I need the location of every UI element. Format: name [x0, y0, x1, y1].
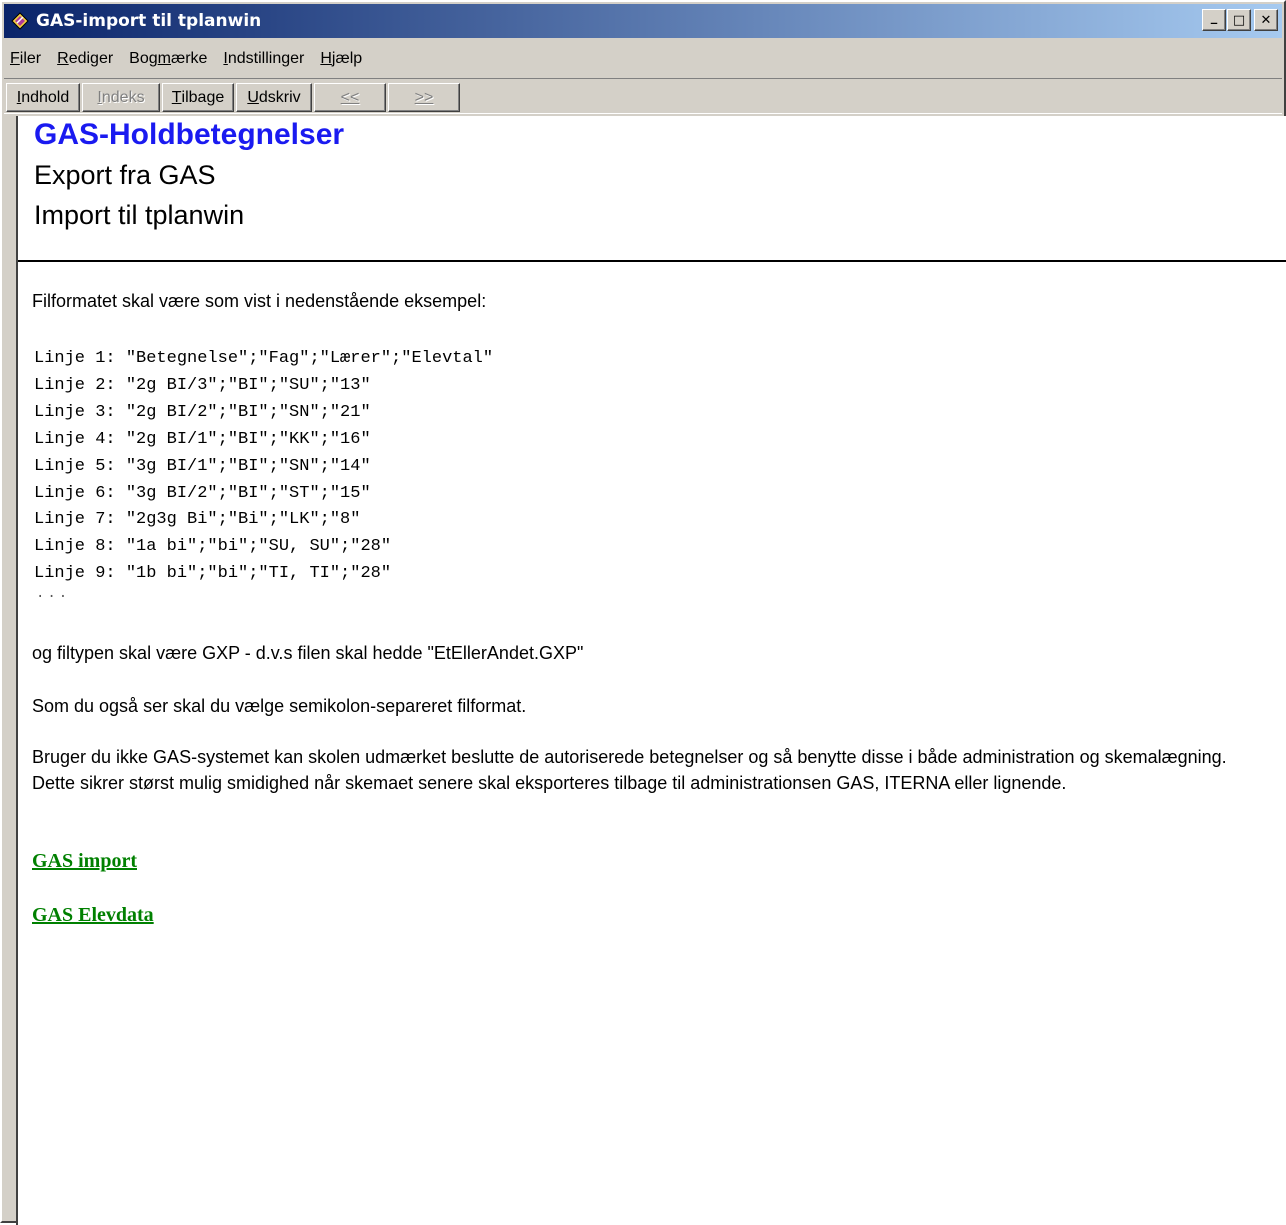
gas-import-link[interactable]: GAS import	[32, 850, 137, 873]
next-topic-button[interactable]: >>	[388, 83, 460, 112]
window-controls: _ □ ✕	[1201, 9, 1278, 31]
menu-rediger[interactable]: Rediger	[49, 50, 121, 68]
maximize-button[interactable]: □	[1227, 9, 1251, 31]
maximize-icon: □	[1232, 12, 1246, 28]
index-button[interactable]: Indeks	[82, 83, 160, 112]
close-button[interactable]: ✕	[1254, 9, 1278, 31]
minimize-icon: _	[1210, 9, 1218, 25]
help-window: GAS-import til tplanwin _ □ ✕ Filer Redi…	[0, 0, 1286, 1225]
gas-elevdata-link[interactable]: GAS Elevdata	[32, 904, 154, 927]
ellipsis: ...	[36, 586, 71, 602]
menu-hjaelp[interactable]: Hjælp	[312, 50, 370, 68]
code-line: Linje 4: "2g BI/1";"BI";"KK";"16"	[34, 429, 371, 449]
window-title: GAS-import til tplanwin	[36, 11, 262, 31]
info-paragraph: Bruger du ikke GAS-systemet kan skolen u…	[32, 747, 1227, 793]
filetype-text: og filtypen skal være GXP - d.v.s filen …	[32, 643, 584, 663]
help-toolbar: Indhold Indeks Tilbage Udskriv << >>	[4, 78, 1282, 114]
intro-text: Filformatet skal være som vist i nedenst…	[32, 291, 487, 311]
close-icon: ✕	[1260, 12, 1272, 28]
minimize-button[interactable]: _	[1202, 9, 1226, 31]
prev-topic-button[interactable]: <<	[314, 83, 386, 112]
title-bar[interactable]: GAS-import til tplanwin _ □ ✕	[4, 4, 1282, 38]
help-book-icon	[11, 12, 29, 30]
menu-bar: Filer Rediger Bogmærke Indstillinger Hjæ…	[4, 40, 1282, 78]
topic-header: GAS-Holdbetegnelser Export fra GAS Impor…	[18, 116, 1286, 262]
page-title: GAS-Holdbetegnelser	[34, 118, 345, 151]
code-example: Linje 1: "Betegnelse";"Fag";"Lærer";"Ele…	[34, 346, 493, 588]
code-line: Linje 6: "3g BI/2";"BI";"ST";"15"	[34, 483, 371, 503]
code-line: Linje 3: "2g BI/2";"BI";"SN";"21"	[34, 402, 371, 422]
header-export-line: Export fra GAS	[34, 160, 216, 190]
separator-text: Som du også ser skal du vælge semikolon-…	[32, 696, 527, 716]
help-content: GAS-Holdbetegnelser Export fra GAS Impor…	[16, 116, 1286, 1225]
menu-filer[interactable]: Filer	[4, 50, 49, 68]
code-line: Linje 7: "2g3g Bi";"Bi";"LK";"8"	[34, 510, 361, 530]
code-line: Linje 1: "Betegnelse";"Fag";"Lærer";"Ele…	[34, 349, 494, 368]
code-line: Linje 5: "3g BI/1";"BI";"SN";"14"	[34, 456, 371, 476]
code-line: Linje 8: "1a bi";"bi";"SU, SU";"28"	[34, 537, 392, 557]
code-line: Linje 9: "1b bi";"bi";"TI, TI";"28"	[34, 564, 392, 584]
code-line: Linje 2: "2g BI/3";"BI";"SU";"13"	[34, 375, 371, 395]
contents-button[interactable]: Indhold	[6, 83, 80, 112]
back-button[interactable]: Tilbage	[162, 83, 234, 112]
menu-indstillinger[interactable]: Indstillinger	[215, 50, 312, 68]
header-import-line: Import til tplanwin	[34, 200, 245, 230]
menu-bogmaerke[interactable]: Bogmærke	[121, 50, 215, 68]
print-button[interactable]: Udskriv	[236, 83, 312, 112]
